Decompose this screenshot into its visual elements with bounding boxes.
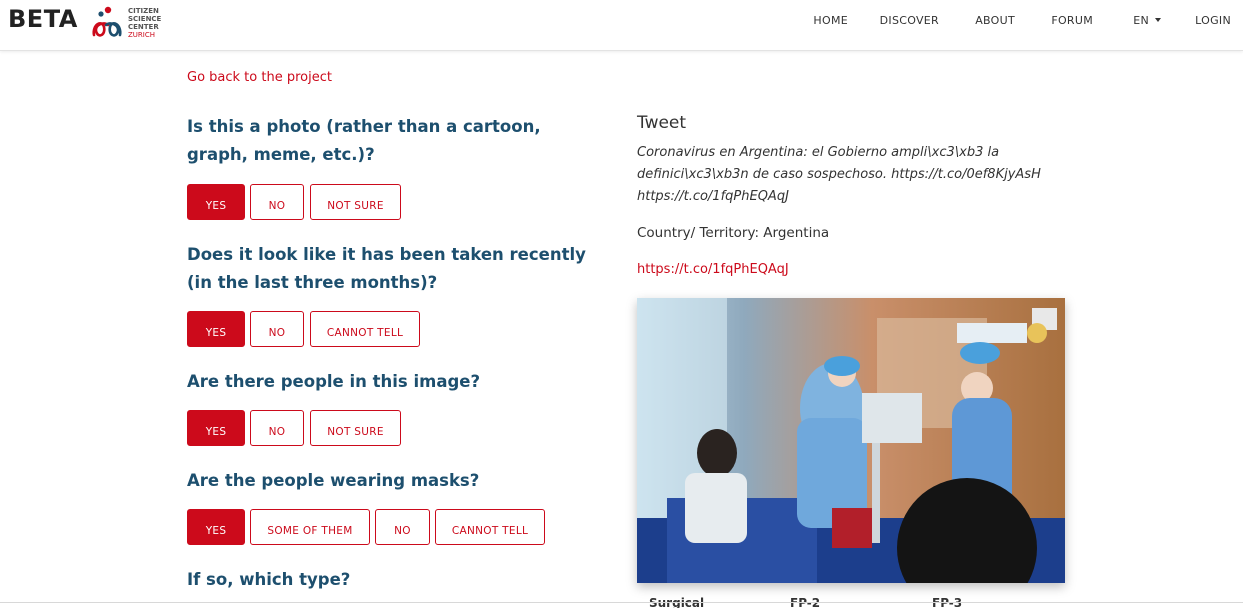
q2-no-button[interactable]: NO (250, 311, 304, 347)
citizen-science-logo[interactable]: CITIZEN SCIENCE CENTER ZURICH (90, 3, 161, 43)
tweet-heading: Tweet (637, 113, 687, 133)
nav-login[interactable]: LOGIN (1195, 14, 1231, 27)
q2-cannot-tell-button[interactable]: CANNOT TELL (310, 311, 420, 347)
top-navbar: BETA CITIZEN SCIENCE CENTER ZURICH HOME … (0, 0, 1243, 51)
logo-text: CITIZEN SCIENCE CENTER ZURICH (128, 7, 162, 39)
back-to-project-link[interactable]: Go back to the project (187, 70, 332, 85)
nav-forum[interactable]: FORUM (1051, 14, 1093, 27)
question-people-in-image: Are there people in this image? (187, 372, 481, 391)
country-territory: Country/ Territory: Argentina (637, 225, 830, 241)
divider (0, 602, 1243, 603)
hospital-photo-illustration (637, 298, 1065, 583)
q4-no-button[interactable]: NO (375, 509, 430, 545)
caret-down-icon (1155, 18, 1161, 22)
q1-not-sure-button[interactable]: NOT SURE (310, 184, 401, 220)
q1-no-button[interactable]: NO (250, 184, 304, 220)
nav-about[interactable]: ABOUT (975, 14, 1015, 27)
q2-yes-button[interactable]: YES (187, 311, 245, 347)
nav-home[interactable]: HOME (813, 14, 848, 27)
tweet-text: Coronavirus en Argentina: el Gobierno am… (637, 145, 1041, 204)
tweet-link[interactable]: https://t.co/1fqPhEQAqJ (637, 262, 789, 277)
q4-some-of-them-button[interactable]: SOME OF THEM (250, 509, 370, 545)
language-dropdown[interactable]: EN (1133, 14, 1161, 27)
q3-yes-button[interactable]: YES (187, 410, 245, 446)
tweet-image (637, 298, 1065, 583)
question-wearing-masks: Are the people wearing masks? (187, 471, 480, 490)
logo-mark-icon (92, 6, 122, 37)
q3-no-button[interactable]: NO (250, 410, 304, 446)
q3-not-sure-button[interactable]: NOT SURE (310, 410, 401, 446)
nav-discover[interactable]: DISCOVER (880, 14, 939, 27)
language-label: EN (1133, 14, 1149, 27)
question-mask-type: If so, which type? (187, 570, 351, 589)
q1-yes-button[interactable]: YES (187, 184, 245, 220)
q4-cannot-tell-button[interactable]: CANNOT TELL (435, 509, 545, 545)
question-is-photo: Is this a photo (rather than a cartoon, … (187, 117, 541, 164)
q4-yes-button[interactable]: YES (187, 509, 245, 545)
beta-label: BETA (8, 5, 78, 33)
question-taken-recently: Does it look like it has been taken rece… (187, 245, 586, 292)
